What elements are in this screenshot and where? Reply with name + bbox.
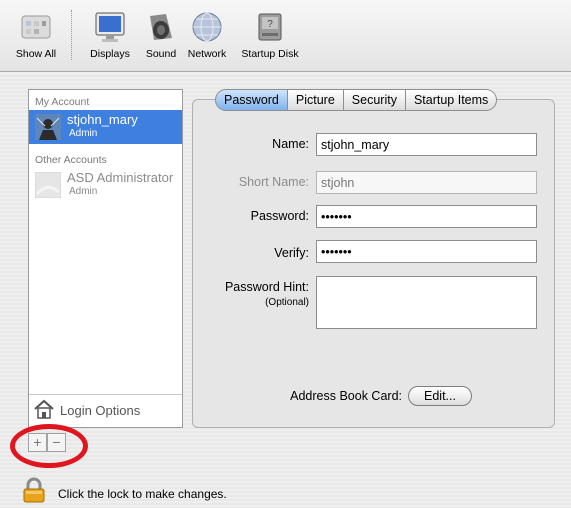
network-globe-icon [192, 12, 222, 42]
hard-disk-icon: ? [258, 13, 282, 41]
password-field[interactable] [316, 205, 537, 228]
user-picture-icon [35, 114, 61, 140]
toolbar-separator [71, 10, 72, 60]
password-hint-optional: (Optional) [265, 297, 309, 308]
account-role: Admin [69, 128, 98, 139]
tab-security[interactable]: Security [343, 89, 406, 111]
toolbar-network-label: Network [187, 48, 227, 60]
speaker-icon [150, 14, 172, 40]
list-divider [29, 394, 182, 395]
password-hint-field[interactable] [316, 276, 537, 329]
verify-field[interactable] [316, 240, 537, 263]
short-name-label: Short Name: [238, 175, 309, 189]
other-accounts-header: Other Accounts [35, 154, 107, 166]
toolbar-sound[interactable]: Sound [140, 10, 182, 60]
toolbar-displays[interactable]: Displays [82, 10, 138, 60]
accounts-list[interactable]: My Account stjohn_mary Admin Other Accou… [28, 89, 183, 428]
account-name: stjohn_mary [67, 112, 138, 127]
highlight-circle [10, 424, 88, 468]
toolbar-network[interactable]: Network [182, 10, 232, 60]
toolbar-sound-label: Sound [145, 48, 177, 60]
svg-text:?: ? [267, 19, 273, 30]
toolbar: Show All Displays Sound Network ? Startu… [0, 0, 571, 72]
lock-message: Click the lock to make changes. [58, 487, 227, 501]
account-row-asd-administrator[interactable]: ASD Administrator Admin [29, 168, 182, 202]
tab-startup-items[interactable]: Startup Items [405, 89, 498, 111]
tab-password[interactable]: Password [215, 89, 288, 111]
display-icon [95, 12, 125, 42]
lock-icon[interactable] [23, 477, 45, 503]
toolbar-displays-label: Displays [90, 48, 130, 60]
edit-address-book-button[interactable]: Edit... [408, 386, 472, 406]
short-name-field [316, 171, 537, 194]
tab-bar: Password Picture Security Startup Items [215, 89, 498, 111]
my-account-header: My Account [35, 96, 90, 108]
login-options-button[interactable]: Login Options [33, 398, 181, 422]
login-options-label: Login Options [60, 403, 141, 418]
toolbar-show-all-label: Show All [15, 48, 57, 60]
address-book-card-label: Address Book Card: [290, 389, 402, 403]
password-label: Password: [250, 209, 309, 223]
show-all-icon [21, 15, 51, 39]
toolbar-show-all[interactable]: Show All [6, 10, 66, 60]
toolbar-startup-disk[interactable]: ? Startup Disk [234, 10, 306, 60]
toolbar-startup-disk-label: Startup Disk [241, 48, 299, 60]
account-row-stjohn-mary[interactable]: stjohn_mary Admin [29, 110, 182, 144]
account-name: ASD Administrator [67, 170, 174, 185]
password-hint-label: Password Hint: [224, 280, 309, 294]
name-label: Name: [272, 137, 309, 151]
account-role: Admin [69, 186, 98, 197]
name-field[interactable] [316, 133, 537, 156]
house-icon [34, 399, 54, 419]
verify-label: Verify: [274, 246, 309, 260]
generic-user-picture-icon [35, 172, 61, 198]
tab-picture[interactable]: Picture [287, 89, 344, 111]
